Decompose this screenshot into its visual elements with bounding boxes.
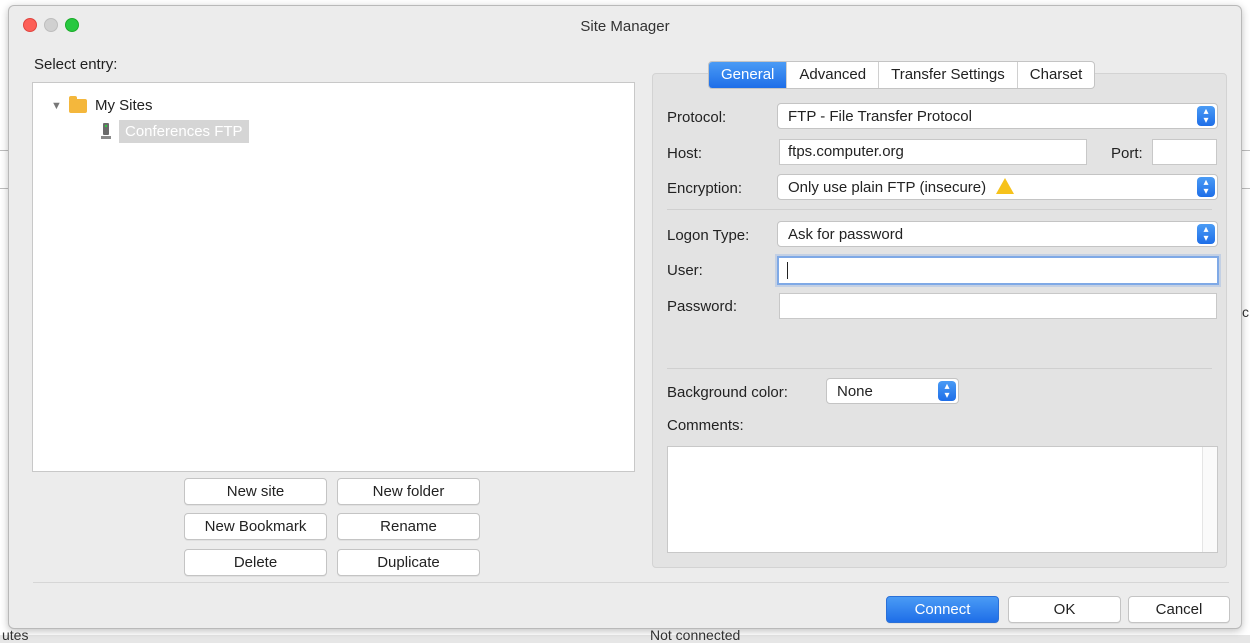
select-arrows-icon: ▴ ▾ bbox=[1197, 106, 1215, 126]
new-bookmark-button[interactable]: New Bookmark bbox=[184, 513, 327, 540]
bg-text: utes bbox=[2, 627, 29, 643]
bg-text: c bbox=[1242, 304, 1249, 320]
comments-label: Comments: bbox=[667, 417, 744, 434]
footer-divider bbox=[33, 582, 1229, 583]
cancel-button[interactable]: Cancel bbox=[1128, 596, 1230, 623]
port-label: Port: bbox=[1111, 145, 1143, 162]
bg-status-text: Not connected bbox=[650, 627, 741, 643]
host-input[interactable]: ftps.computer.org bbox=[779, 139, 1087, 165]
tab-general[interactable]: General bbox=[709, 62, 788, 88]
encryption-label: Encryption: bbox=[667, 180, 743, 197]
divider bbox=[667, 368, 1212, 369]
logon-type-value: Ask for password bbox=[788, 226, 904, 243]
background-color-select[interactable]: None ▴ ▾ bbox=[826, 378, 959, 404]
tab-advanced[interactable]: Advanced bbox=[787, 62, 880, 88]
text-caret bbox=[787, 261, 788, 279]
protocol-value: FTP - File Transfer Protocol bbox=[788, 108, 972, 125]
select-arrows-icon: ▴ ▾ bbox=[938, 381, 956, 401]
divider bbox=[667, 209, 1212, 210]
ok-button[interactable]: OK bbox=[1008, 596, 1121, 623]
tab-transfer-settings[interactable]: Transfer Settings bbox=[879, 62, 1018, 88]
password-input[interactable] bbox=[779, 293, 1217, 319]
select-entry-label: Select entry: bbox=[34, 56, 118, 73]
tree-label-my-sites: My Sites bbox=[95, 97, 153, 114]
logon-type-select[interactable]: Ask for password ▴ ▾ bbox=[777, 221, 1218, 247]
background-color-label: Background color: bbox=[667, 384, 788, 401]
server-icon bbox=[101, 122, 111, 141]
encryption-select[interactable]: Only use plain FTP (insecure) ▴ ▾ bbox=[777, 174, 1218, 200]
window-title: Site Manager bbox=[580, 18, 670, 35]
select-arrows-icon: ▴ ▾ bbox=[1197, 177, 1215, 197]
password-label: Password: bbox=[667, 298, 738, 315]
user-label: User: bbox=[667, 262, 703, 279]
select-arrows-icon: ▴ ▾ bbox=[1197, 224, 1215, 244]
comments-scrollbar[interactable] bbox=[1202, 447, 1217, 552]
folder-icon bbox=[69, 95, 87, 113]
comments-textarea[interactable] bbox=[667, 446, 1218, 553]
warning-icon bbox=[996, 178, 1015, 194]
rename-button[interactable]: Rename bbox=[337, 513, 480, 540]
site-tree[interactable]: ▼ My Sites Conferences FTP bbox=[32, 82, 635, 472]
bg-divider bbox=[0, 150, 8, 151]
connect-button[interactable]: Connect bbox=[886, 596, 999, 623]
duplicate-button[interactable]: Duplicate bbox=[337, 549, 480, 576]
host-label: Host: bbox=[667, 145, 703, 162]
protocol-select[interactable]: FTP - File Transfer Protocol ▴ ▾ bbox=[777, 103, 1218, 129]
delete-button[interactable]: Delete bbox=[184, 549, 327, 576]
new-folder-button[interactable]: New folder bbox=[337, 478, 480, 505]
logon-type-label: Logon Type: bbox=[667, 227, 750, 244]
site-manager-window: Site Manager Select entry: ▼ My Sites Co… bbox=[8, 5, 1242, 629]
user-input[interactable] bbox=[777, 256, 1219, 285]
protocol-label: Protocol: bbox=[667, 109, 727, 126]
bg-divider bbox=[0, 188, 8, 189]
new-site-button[interactable]: New site bbox=[184, 478, 327, 505]
tree-row-site[interactable]: Conferences FTP bbox=[101, 120, 249, 143]
tree-row-my-sites[interactable]: ▼ My Sites bbox=[51, 95, 153, 114]
settings-tabs: General Advanced Transfer Settings Chars… bbox=[708, 61, 1096, 89]
port-input[interactable] bbox=[1152, 139, 1217, 165]
tree-label-site: Conferences FTP bbox=[119, 120, 249, 143]
background-color-value: None bbox=[837, 383, 873, 400]
encryption-value: Only use plain FTP (insecure) bbox=[788, 179, 987, 196]
title-bar: Site Manager bbox=[9, 6, 1241, 44]
tab-charset[interactable]: Charset bbox=[1018, 62, 1095, 88]
disclosure-triangle-icon[interactable]: ▼ bbox=[51, 100, 69, 112]
